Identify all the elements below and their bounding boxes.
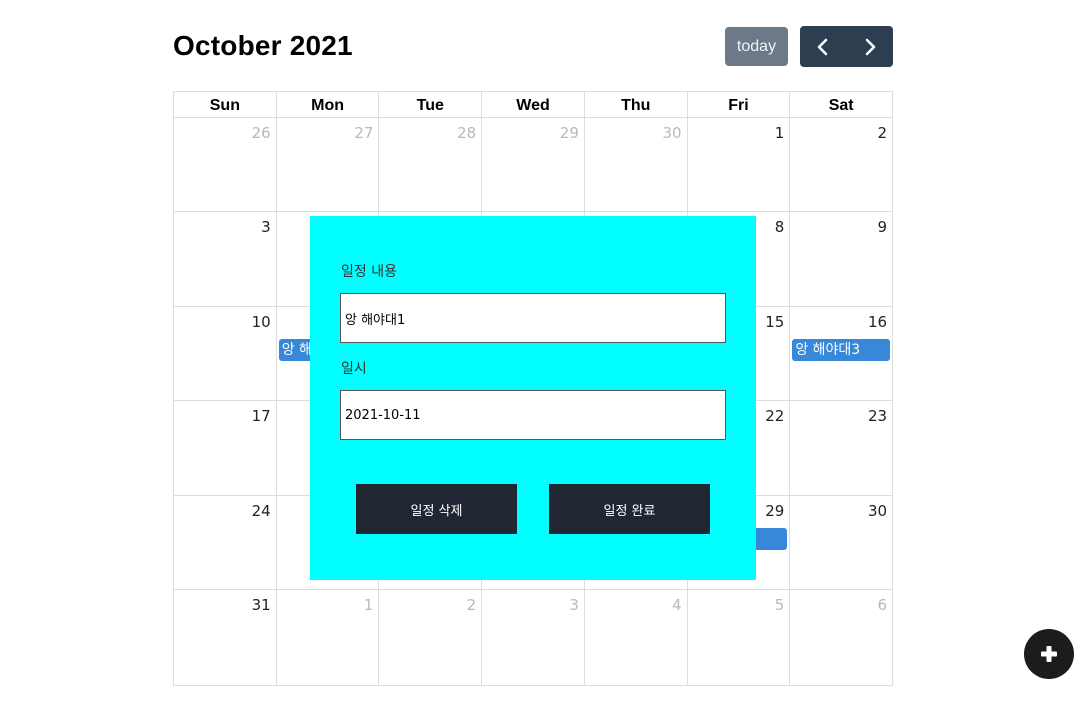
calendar-day-cell[interactable]: 5 [688,590,791,685]
calendar-week-row: 26 27 28 29 30 1 2 [174,118,892,212]
day-number: 15 [765,313,785,331]
calendar-day-cell[interactable]: 30 [790,496,892,589]
weekday-label: Thu [585,92,688,117]
day-number: 22 [765,407,785,425]
day-number: 2 [877,124,888,142]
calendar-day-cell[interactable]: 29 [482,118,585,211]
weekday-label: Tue [379,92,483,117]
prev-month-button[interactable] [800,26,847,67]
day-number: 26 [251,124,271,142]
calendar-day-cell[interactable]: 9 [790,212,892,306]
day-number: 6 [877,596,888,614]
calendar-week-row: 31 1 2 3 4 5 6 [174,590,892,685]
day-number: 4 [672,596,682,614]
weekday-label: Sat [828,97,854,114]
day-number: 23 [867,407,888,425]
plus-icon [1041,646,1057,662]
calendar-day-cell[interactable]: 4 [585,590,688,685]
calendar-day-cell[interactable]: 3 [482,590,585,685]
day-number: 28 [457,124,477,142]
weekday-label: Wed [482,92,585,117]
event-modal: 일정 내용 앙 해야대1 일시 2021-10-11 일정 삭제 일정 완료 [310,216,756,580]
calendar-day-cell[interactable]: 23 [790,401,892,495]
day-number: 31 [251,596,271,614]
weekday-header: Sun Mon Tue Wed Thu Fri Sat [174,92,892,118]
day-number: 3 [261,218,271,236]
day-number: 10 [251,313,271,331]
day-number: 9 [877,218,888,236]
calendar-day-cell[interactable]: 2 [379,590,483,685]
day-number: 30 [662,124,682,142]
today-button[interactable]: today [725,27,788,66]
day-number: 16 [867,313,888,331]
weekday-label: Fri [688,92,791,117]
day-number: 24 [251,502,271,520]
day-number: 2 [466,596,477,614]
calendar-day-cell[interactable]: 31 [174,590,277,685]
weekday-label: Sun [174,92,277,117]
page-title: October 2021 [173,30,353,61]
calendar-day-cell[interactable]: 16 앙 해야대3 [790,307,892,400]
day-number: 29 [559,124,579,142]
calendar-day-cell[interactable]: 2 [790,118,892,211]
calendar-day-cell[interactable]: 28 [379,118,483,211]
event-content-label: 일정 내용 [341,264,397,280]
day-number: 8 [774,218,785,236]
weekday-label: Mon [277,92,380,117]
day-number: 17 [251,407,271,425]
day-number: 5 [774,596,785,614]
day-number: 1 [774,124,785,142]
event-content-input[interactable]: 앙 해야대1 [340,293,726,343]
calendar-day-cell[interactable]: 10 [174,307,277,400]
event-date-input[interactable]: 2021-10-11 [340,390,726,440]
day-number: 30 [867,502,888,520]
calendar-day-cell[interactable]: 30 [585,118,688,211]
calendar-day-cell[interactable]: 1 [277,590,380,685]
chevron-left-icon [817,38,828,55]
event-date-label: 일시 [341,361,367,377]
day-number: 29 [765,502,785,520]
calendar-day-cell[interactable]: 24 [174,496,277,589]
complete-event-button[interactable]: 일정 완료 [549,484,710,534]
calendar-event[interactable]: 앙 해야대3 [792,339,891,361]
next-month-button[interactable] [847,26,894,67]
day-number: 1 [363,596,374,614]
calendar-day-cell[interactable]: 17 [174,401,277,495]
delete-event-button[interactable]: 일정 삭제 [356,484,517,534]
calendar-day-cell[interactable]: 3 [174,212,277,306]
calendar-day-cell[interactable]: 26 [174,118,277,211]
day-number: 3 [569,596,579,614]
month-nav-group [800,26,893,67]
chevron-right-icon [865,38,876,55]
calendar-day-cell[interactable]: 6 [790,590,892,685]
calendar-day-cell[interactable]: 27 [277,118,380,211]
day-number: 27 [354,124,374,142]
calendar-day-cell[interactable]: 1 [688,118,791,211]
add-event-button[interactable] [1024,629,1074,679]
